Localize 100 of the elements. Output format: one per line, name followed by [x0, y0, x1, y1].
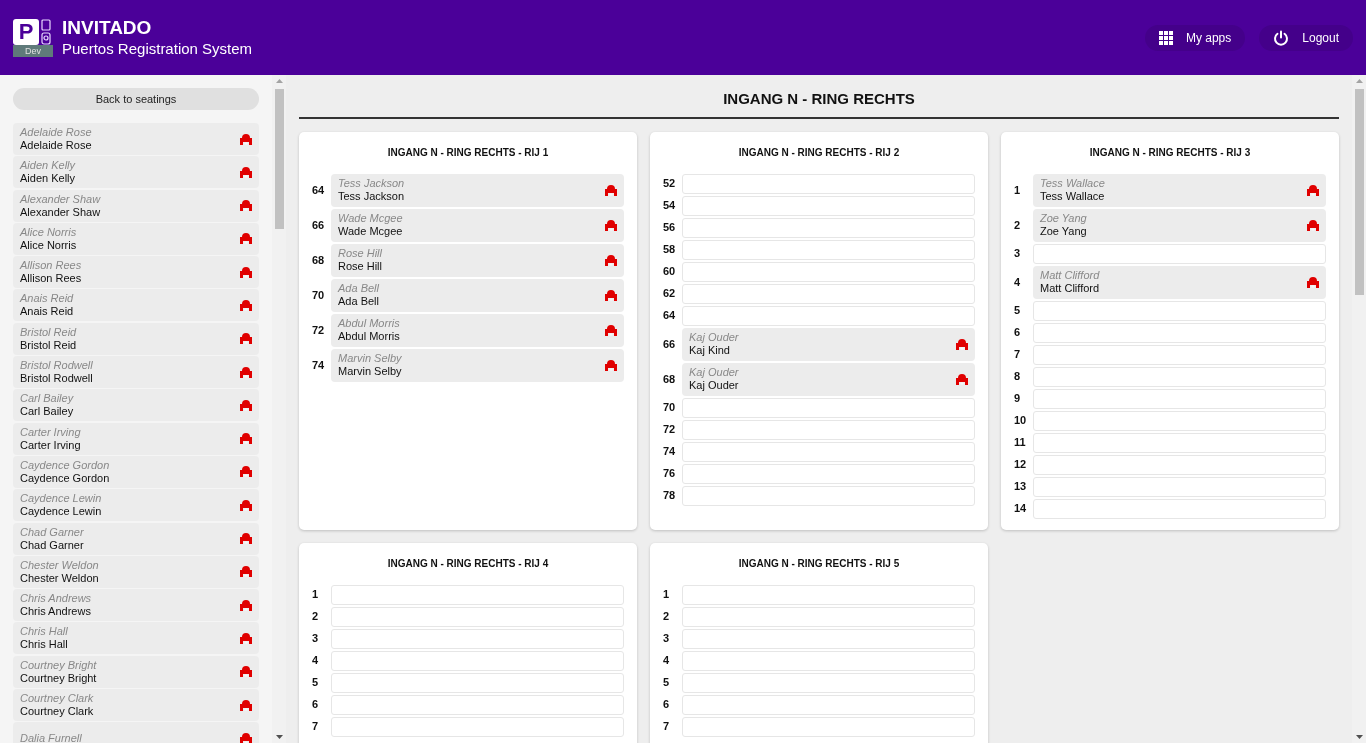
- guest-card[interactable]: Chad Garner Chad Garner: [13, 522, 259, 555]
- empty-seat[interactable]: [331, 606, 624, 627]
- seat-number: 7: [312, 719, 320, 735]
- seat-number: 66: [312, 217, 326, 233]
- guest-label: Rose Hill: [338, 247, 382, 260]
- empty-seat[interactable]: [682, 485, 975, 506]
- seat-icon: [240, 399, 252, 411]
- empty-seat[interactable]: [1033, 366, 1326, 387]
- empty-seat[interactable]: [1033, 388, 1326, 409]
- seat-icon: [240, 632, 252, 644]
- guest-card[interactable]: Carter Irving Carter Irving: [13, 422, 259, 455]
- empty-seat[interactable]: [331, 650, 624, 671]
- empty-seat[interactable]: [1033, 243, 1326, 264]
- empty-seat[interactable]: [682, 628, 975, 649]
- guest-label: Tess Jackson: [338, 177, 405, 190]
- empty-seat[interactable]: [1033, 410, 1326, 431]
- row-title: INGANG N - RING RECHTS - RIJ 2: [738, 145, 900, 160]
- empty-seat[interactable]: [682, 650, 975, 671]
- guest-card[interactable]: Tess Jackson Tess Jackson: [331, 173, 624, 207]
- empty-seat[interactable]: [682, 672, 975, 693]
- guest-card[interactable]: Chester Weldon Chester Weldon: [13, 555, 259, 588]
- guest-card[interactable]: Chris Hall Chris Hall: [13, 622, 259, 655]
- guest-card[interactable]: Tess Wallace Tess Wallace: [1033, 173, 1326, 207]
- empty-seat[interactable]: [682, 195, 975, 216]
- empty-seat[interactable]: [331, 628, 624, 649]
- guest-name: Zoe Yang: [1040, 225, 1087, 238]
- guest-card[interactable]: Abdul Morris Abdul Morris: [331, 313, 624, 347]
- guest-card[interactable]: Anais Reid Anais Reid: [13, 289, 259, 322]
- empty-seat[interactable]: [682, 694, 975, 715]
- scrollbar-thumb[interactable]: [274, 89, 284, 229]
- guest-card[interactable]: Caydence Gordon Caydence Gordon: [13, 455, 259, 488]
- empty-seat[interactable]: [1033, 432, 1326, 453]
- guest-card[interactable]: Rose Hill Rose Hill: [331, 243, 624, 277]
- guest-card[interactable]: Marvin Selby Marvin Selby: [331, 348, 624, 382]
- guest-label: Courtney Clark: [20, 692, 94, 706]
- empty-seat[interactable]: [682, 397, 975, 418]
- empty-seat[interactable]: [682, 239, 975, 260]
- guest-name: Kaj Kind: [689, 344, 731, 357]
- guest-card[interactable]: Carl Bailey Carl Bailey: [13, 389, 259, 422]
- empty-seat[interactable]: [682, 419, 975, 440]
- empty-seat[interactable]: [1033, 454, 1326, 475]
- empty-seat[interactable]: [1033, 498, 1326, 519]
- guest-name: Abdul Morris: [338, 330, 400, 343]
- guest-card[interactable]: Kaj Ouder Kaj Ouder: [682, 362, 975, 396]
- scrollbar-thumb[interactable]: [1354, 89, 1364, 295]
- seat-icon: [240, 366, 252, 378]
- guest-card[interactable]: Bristol Rodwell Bristol Rodwell: [13, 356, 259, 389]
- guest-card[interactable]: Allison Rees Allison Rees: [13, 256, 259, 289]
- empty-seat[interactable]: [682, 584, 975, 605]
- empty-seat[interactable]: [682, 463, 975, 484]
- guest-card[interactable]: Chris Andrews Chris Andrews: [13, 589, 259, 622]
- seat-number: 3: [663, 631, 671, 647]
- seat-number: 72: [663, 422, 677, 438]
- seat-icon: [240, 133, 252, 145]
- seat-number: 8: [1014, 369, 1022, 385]
- empty-seat[interactable]: [331, 672, 624, 693]
- seat-icon: [605, 219, 617, 231]
- seat-number: 9: [1014, 391, 1022, 407]
- empty-seat[interactable]: [682, 261, 975, 282]
- empty-seat[interactable]: [331, 694, 624, 715]
- guest-card[interactable]: Adelaide Rose Adelaide Rose: [13, 123, 259, 155]
- guest-card[interactable]: Caydence Lewin Caydence Lewin: [13, 489, 259, 522]
- guest-card[interactable]: Aiden Kelly Aiden Kelly: [13, 156, 259, 189]
- empty-seat[interactable]: [682, 217, 975, 238]
- guest-card[interactable]: Courtney Clark Courtney Clark: [13, 689, 259, 722]
- guest-card[interactable]: Alice Norris Alice Norris: [13, 222, 259, 255]
- guest-card[interactable]: Zoe Yang Zoe Yang: [1033, 208, 1326, 242]
- empty-seat[interactable]: [682, 305, 975, 326]
- seat-icon: [1307, 219, 1319, 231]
- guest-card[interactable]: Courtney Bright Courtney Bright: [13, 655, 259, 688]
- grid-icon: [1158, 30, 1173, 45]
- guest-card[interactable]: Wade Mcgee Wade Mcgee: [331, 208, 624, 242]
- guest-name: Alice Norris: [20, 238, 77, 252]
- seat-number: 13: [1014, 479, 1028, 495]
- empty-seat[interactable]: [331, 584, 624, 605]
- apps-button[interactable]: My apps: [1144, 24, 1246, 51]
- seat-number: 2: [663, 609, 671, 625]
- empty-seat[interactable]: [1033, 300, 1326, 321]
- back-button[interactable]: Back to seatings: [13, 88, 259, 110]
- seat-number: 3: [312, 631, 320, 647]
- guest-card[interactable]: Kaj Ouder Kaj Kind: [682, 327, 975, 361]
- empty-seat[interactable]: [1033, 476, 1326, 497]
- seat-number: 4: [1014, 274, 1022, 290]
- empty-seat[interactable]: [682, 441, 975, 462]
- scrollbar[interactable]: [272, 75, 286, 743]
- empty-seat[interactable]: [682, 173, 975, 194]
- empty-seat[interactable]: [682, 716, 975, 737]
- empty-seat[interactable]: [1033, 322, 1326, 343]
- guest-card[interactable]: Matt Clifford Matt Clifford: [1033, 265, 1326, 299]
- logout-button[interactable]: Logout: [1259, 24, 1353, 51]
- guest-card[interactable]: Bristol Reid Bristol Reid: [13, 322, 259, 355]
- empty-seat[interactable]: [682, 606, 975, 627]
- empty-seat[interactable]: [682, 283, 975, 304]
- guest-card[interactable]: Alexander Shaw Alexander Shaw: [13, 189, 259, 222]
- empty-seat[interactable]: [331, 716, 624, 737]
- seat-icon: [240, 732, 252, 743]
- guest-card[interactable]: Ada Bell Ada Bell: [331, 278, 624, 312]
- empty-seat[interactable]: [1033, 344, 1326, 365]
- guest-label: Tess Wallace: [1040, 177, 1105, 190]
- seat-number: 11: [1014, 435, 1027, 451]
